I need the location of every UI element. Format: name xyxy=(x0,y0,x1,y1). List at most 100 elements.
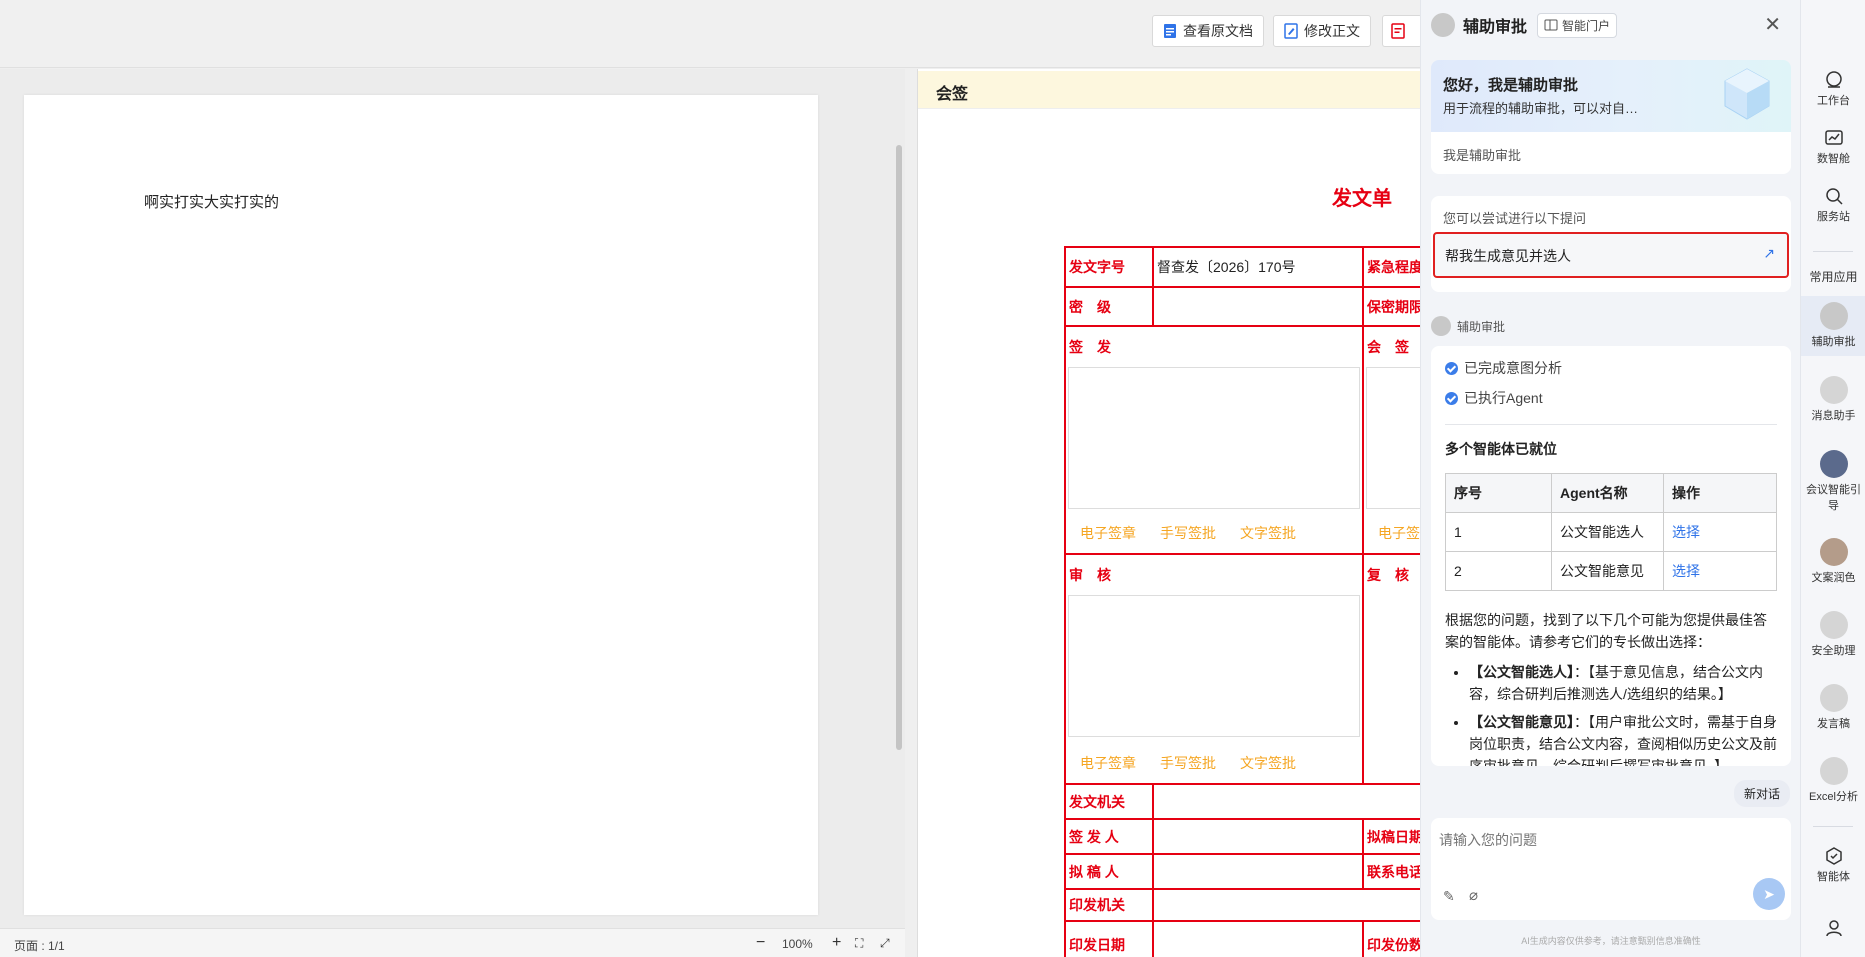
cube-illustration-icon xyxy=(1724,68,1770,120)
assistant-title: 辅助审批 xyxy=(1463,19,1528,36)
rail-item-workbench[interactable]: 工作台 xyxy=(1801,70,1865,108)
app-avatar xyxy=(1819,450,1848,478)
page-indicator: 页面 : 1/1 xyxy=(14,939,65,953)
countersign-e-seal-link[interactable]: 电子签章 xyxy=(1378,523,1420,543)
greeting-banner: 您好，我是辅助审批 用于流程的辅助审批，可以对自… xyxy=(1431,60,1791,132)
select-agent-link[interactable]: 选择 xyxy=(1672,563,1700,579)
more-toolbar-button[interactable] xyxy=(1382,15,1422,47)
agents-table: 序号 Agent名称 操作 1 公文智能选人 选择 2 公文智能意见 选择 xyxy=(1445,473,1777,591)
doc-number-value[interactable]: 督查发〔2026〕170号 xyxy=(1154,248,1364,286)
step-intent-text: 已完成意图分析 xyxy=(1464,360,1562,376)
review-label: 审 核 xyxy=(1069,567,1111,583)
document-scrollbar[interactable] xyxy=(896,145,902,750)
rail-item-data-cabin[interactable]: 数智舱 xyxy=(1801,128,1865,166)
table-row: 1 公文智能选人 选择 xyxy=(1445,512,1777,552)
rail-item-label: 工作台 xyxy=(1817,95,1850,107)
assistant-header: 辅助审批 智能门户 ✕ xyxy=(1421,0,1801,50)
bullet-agent-name: 【公文智能选人】 xyxy=(1469,664,1574,680)
print-copies-label: 印发份数 xyxy=(1367,937,1420,953)
form-title: 发文单 xyxy=(1332,188,1392,210)
bot-avatar xyxy=(1431,316,1451,336)
rail-app-meeting-guide[interactable]: 会议智能引导 xyxy=(1801,450,1865,513)
app-avatar xyxy=(1819,538,1848,566)
close-icon[interactable]: ✕ xyxy=(1764,12,1781,37)
rail-item-label: 数智舱 xyxy=(1817,153,1850,165)
select-agent-link[interactable]: 选择 xyxy=(1672,524,1700,540)
e-seal-link[interactable]: 电子签章 xyxy=(1080,523,1136,543)
row-no: 1 xyxy=(1445,512,1552,552)
review-input-area[interactable] xyxy=(1068,595,1360,737)
answer-intro: 根据您的问题，找到了以下几个可能为您提供最佳答案的智能体。请参考它们的专长做出选… xyxy=(1445,612,1767,650)
form-row-signer: 签 发 人 拟稿日期 xyxy=(1066,820,1420,855)
common-apps-label: 常用应用 xyxy=(1809,270,1858,284)
countersign-input-area[interactable] xyxy=(1366,367,1420,509)
suggestion-generate-opinion[interactable]: 帮我生成意见并选人 ↗ xyxy=(1433,232,1789,278)
contact-label: 联系电话 xyxy=(1367,863,1420,880)
list-item: 【公文智能选人】：【基于意见信息，结合公文内容，综合研判后推测选人/选组织的结果… xyxy=(1469,661,1777,705)
rail-app-label: 发言稿 xyxy=(1817,718,1850,730)
sign-input-area[interactable] xyxy=(1068,367,1360,509)
attachment-icon[interactable]: ⌀ xyxy=(1469,886,1478,904)
document-page: 啊实打实大实打实的 xyxy=(24,95,818,915)
data-cabin-icon xyxy=(1824,130,1843,145)
search-icon xyxy=(1825,188,1843,205)
rail-item-agents[interactable]: 智能体 xyxy=(1801,846,1865,884)
review-handwrite-link[interactable]: 手写签批 xyxy=(1160,753,1216,773)
view-original-button[interactable]: 查看原文档 xyxy=(1152,15,1264,47)
red-document-icon xyxy=(1391,23,1405,39)
app-avatar xyxy=(1819,611,1848,639)
workbench-icon xyxy=(1825,71,1842,88)
zoom-out-icon[interactable]: − xyxy=(756,934,765,952)
form-row-print-org: 印发机关 xyxy=(1066,890,1420,922)
zoom-in-icon[interactable]: + xyxy=(832,934,841,952)
fullscreen-icon[interactable]: ⤢ xyxy=(880,936,890,951)
fit-page-icon[interactable]: ⛶ xyxy=(855,936,863,951)
edit-body-label: 修改正文 xyxy=(1304,23,1360,39)
review-e-seal-link[interactable]: 电子签章 xyxy=(1080,753,1136,773)
intro-card: 我是辅助审批 xyxy=(1431,132,1791,174)
form-pane: 会签 发文单 发文字号 督查发〔2026〕170号 紧急程度 密 级 保密期限 … xyxy=(917,69,1420,957)
sign-methods: 电子签章 手写签批 文字签批 xyxy=(1080,523,1296,543)
sign-label: 签 发 xyxy=(1069,339,1111,355)
chat-input[interactable] xyxy=(1439,828,1779,852)
issuer-org-label: 发文机关 xyxy=(1069,793,1125,810)
rail-app-speech-draft[interactable]: 发言稿 xyxy=(1801,684,1865,731)
handwrite-link[interactable]: 手写签批 xyxy=(1160,523,1216,543)
draft-date-label: 拟稿日期 xyxy=(1367,828,1420,845)
user-icon xyxy=(1825,920,1842,937)
assistant-panel: 辅助审批 智能门户 ✕ 您好，我是辅助审批 用于流程的辅助审批，可以对自… 我是… xyxy=(1420,0,1800,957)
ai-disclaimer: AI生成内容仅供参考，请注意甄别信息准确性 xyxy=(1521,936,1701,946)
check-circle-icon xyxy=(1445,392,1458,405)
zoom-level: 100% xyxy=(782,937,813,951)
row-no: 2 xyxy=(1445,551,1552,591)
rail-app-security-assistant[interactable]: 安全助理 xyxy=(1801,611,1865,658)
send-icon[interactable]: ➤ xyxy=(1753,878,1785,910)
rail-app-copy-polish[interactable]: 文案润色 xyxy=(1801,538,1865,585)
rail-app-message-assistant[interactable]: 消息助手 xyxy=(1801,376,1865,423)
step-intent: 已完成意图分析 xyxy=(1445,356,1777,384)
edit-icon xyxy=(1284,23,1298,39)
greeting-description: 用于流程的辅助审批，可以对自… xyxy=(1443,101,1639,116)
edit-body-button[interactable]: 修改正文 xyxy=(1273,15,1371,47)
greeting-title: 您好，我是辅助审批 xyxy=(1443,77,1579,94)
urgency-label: 紧急程度 xyxy=(1367,259,1420,275)
table-row: 2 公文智能意见 选择 xyxy=(1445,551,1777,591)
rail-app-label: Excel分析 xyxy=(1809,791,1858,803)
rail-item-service-station[interactable]: 服务站 xyxy=(1801,186,1865,224)
rail-user-profile[interactable] xyxy=(1801,918,1865,940)
portal-button[interactable]: 智能门户 xyxy=(1537,12,1618,38)
portal-icon xyxy=(1544,19,1558,31)
suggestions-label: 您可以尝试进行以下提问 xyxy=(1443,211,1587,226)
new-chat-button[interactable]: 新对话 xyxy=(1733,780,1790,807)
rail-app-excel-analysis[interactable]: Excel分析 xyxy=(1801,757,1865,804)
secrecy-value[interactable] xyxy=(1154,288,1362,325)
rail-item-label: 服务站 xyxy=(1817,211,1850,223)
form-row-secrecy: 密 级 保密期限 xyxy=(1066,288,1420,327)
portal-button-label: 智能门户 xyxy=(1562,18,1611,33)
magic-wand-icon[interactable]: ✎ xyxy=(1443,888,1455,905)
rail-app-assist-approval[interactable]: 辅助审批 xyxy=(1801,296,1865,356)
text-sign-link[interactable]: 文字签批 xyxy=(1240,523,1296,543)
review-text-sign-link[interactable]: 文字签批 xyxy=(1240,753,1296,773)
document-viewer: 啊实打实大实打实的 xyxy=(0,69,905,957)
agent-icon xyxy=(1825,847,1842,865)
